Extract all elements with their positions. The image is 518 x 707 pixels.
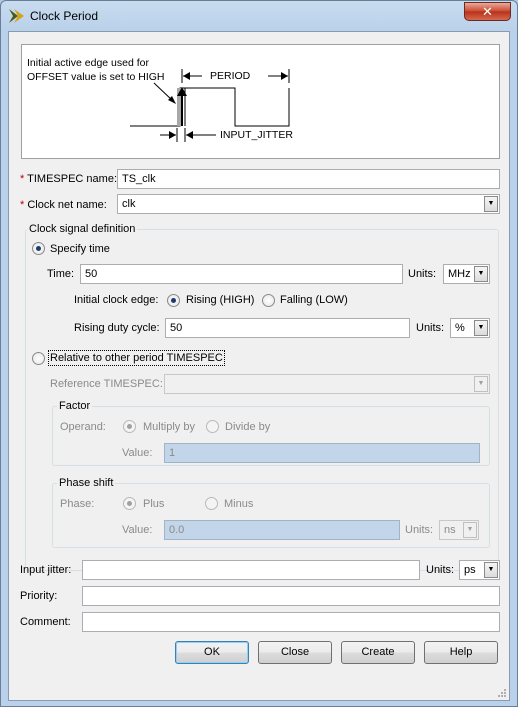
rising-duty-cycle-input[interactable]: 50	[165, 318, 410, 338]
multiply-by-label: Multiply by	[143, 421, 195, 433]
timespec-name-input[interactable]: TS_clk	[117, 169, 500, 189]
input-jitter-field-label: Input jitter:	[20, 564, 72, 576]
dialog-body: Initial active edge used for OFFSET valu…	[8, 31, 510, 701]
time-units-value: MHz	[448, 268, 471, 280]
window-title: Clock Period	[30, 9, 99, 23]
divide-by-radio[interactable]	[206, 420, 219, 433]
resize-grip-icon[interactable]	[497, 688, 507, 698]
time-label: Time:	[47, 268, 75, 280]
time-input[interactable]: 50	[80, 264, 403, 284]
minus-radio[interactable]	[205, 497, 218, 510]
relative-timespec-label: Relative to other period TIMESPEC	[48, 350, 225, 366]
phase-shift-title: Phase shift	[57, 477, 116, 489]
phase-units-label: Units:	[405, 524, 434, 536]
relative-timespec-radio[interactable]	[32, 352, 45, 365]
input-jitter-units-value: ps	[464, 564, 476, 576]
factor-value-input[interactable]: 1	[164, 443, 480, 463]
reference-timespec-select[interactable]: ▼	[164, 374, 490, 394]
clock-signal-definition-title: Clock signal definition	[27, 223, 138, 235]
reference-timespec-label: Reference TIMESPEC:	[50, 378, 163, 390]
plus-radio[interactable]	[123, 497, 136, 510]
input-jitter-label: INPUT_JITTER	[220, 129, 293, 141]
phase-value-label: Value:	[122, 524, 153, 536]
input-jitter-units-select[interactable]: ps ▼	[459, 560, 500, 580]
timing-diagram: Initial active edge used for OFFSET valu…	[21, 44, 500, 159]
clock-period-dialog: Clock Period ✕ Initial active edge used …	[0, 0, 518, 707]
clock-net-name-label: * Clock net name:	[20, 199, 107, 211]
duty-units-label: Units:	[416, 322, 445, 334]
minus-label: Minus	[224, 498, 254, 510]
specify-time-label: Specify time	[50, 243, 110, 255]
chevron-down-icon[interactable]: ▼	[463, 522, 477, 538]
clock-net-name-value: clk	[122, 198, 136, 210]
input-jitter-units-label: Units:	[426, 564, 455, 576]
chevron-down-icon[interactable]: ▼	[474, 320, 488, 336]
specify-time-radio[interactable]	[32, 242, 45, 255]
duty-units-select[interactable]: % ▼	[450, 318, 490, 338]
clock-net-name-select[interactable]: clk ▼	[117, 194, 500, 214]
plus-label: Plus	[143, 498, 165, 510]
priority-input[interactable]	[82, 586, 500, 606]
chevron-down-icon[interactable]: ▼	[474, 266, 488, 282]
phase-units-value: ns	[444, 524, 456, 536]
help-button[interactable]: Help	[424, 641, 498, 664]
factor-title: Factor	[57, 400, 93, 412]
chevron-down-icon[interactable]: ▼	[484, 196, 498, 212]
falling-low-radio[interactable]	[262, 294, 275, 307]
multiply-by-radio[interactable]	[123, 420, 136, 433]
xilinx-chevron-icon	[9, 9, 25, 26]
divide-by-label: Divide by	[225, 421, 271, 433]
phase-value-input[interactable]: 0.0	[164, 520, 400, 540]
comment-input[interactable]	[82, 612, 500, 632]
falling-low-label: Falling (LOW)	[280, 294, 348, 306]
close-button[interactable]: Close	[258, 641, 332, 664]
duty-units-value: %	[455, 322, 465, 334]
input-jitter-input[interactable]	[82, 560, 420, 580]
timespec-name-label: * TIMESPEC name:	[20, 173, 117, 185]
phase-label: Phase:	[60, 498, 95, 510]
factor-value-label: Value:	[122, 447, 153, 459]
rising-high-label: Rising (HIGH)	[186, 294, 255, 306]
time-units-label: Units:	[408, 268, 437, 280]
rising-duty-cycle-label: Rising duty cycle:	[74, 322, 160, 334]
time-units-select[interactable]: MHz ▼	[443, 264, 490, 284]
initial-clock-edge-label: Initial clock edge:	[74, 294, 159, 306]
title-bar[interactable]: Clock Period ✕	[1, 1, 517, 31]
ok-button[interactable]: OK	[175, 641, 249, 664]
rising-high-radio[interactable]	[167, 294, 180, 307]
chevron-down-icon[interactable]: ▼	[484, 562, 498, 578]
chevron-down-icon[interactable]: ▼	[474, 376, 488, 392]
phase-units-select[interactable]: ns ▼	[439, 520, 479, 540]
comment-label: Comment:	[20, 616, 71, 628]
period-label: PERIOD	[210, 70, 251, 82]
create-button[interactable]: Create	[341, 641, 415, 664]
operand-label: Operand:	[60, 421, 106, 433]
priority-label: Priority:	[20, 590, 58, 602]
close-icon: ✕	[482, 4, 493, 19]
close-window-button[interactable]: ✕	[464, 2, 511, 21]
waveform-drawing	[130, 69, 290, 142]
